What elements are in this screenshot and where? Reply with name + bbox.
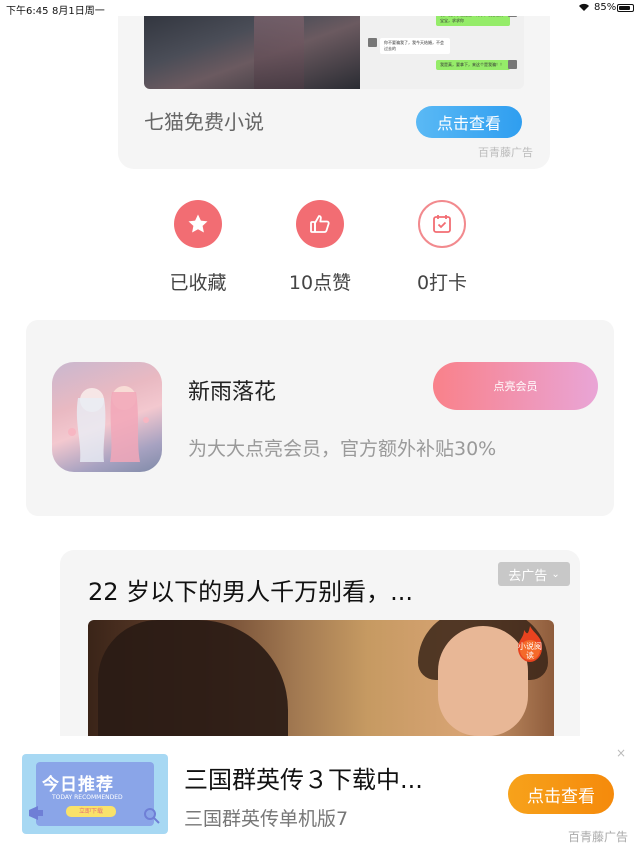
star-icon	[174, 200, 222, 248]
wifi-icon	[578, 2, 590, 15]
top-ad-view-button[interactable]: 点击查看	[416, 106, 522, 138]
chat-bubble: 你不要骗我了，我今天结婚，不会过去的	[380, 38, 450, 54]
membership-description: 为大大点亮会员，官方额外补贴30%	[188, 438, 497, 460]
activate-membership-button[interactable]: 点亮会员	[433, 362, 598, 410]
bottom-ad-subtitle: 三国群英传单机版7	[184, 808, 349, 830]
author-avatar[interactable]	[52, 362, 162, 472]
image-subtitle-text: TODAY RECOMMENDED	[52, 794, 123, 801]
magnifier-icon	[144, 808, 160, 824]
author-name: 新雨落花	[188, 380, 277, 405]
bottom-ad-source-label: 百青藤广告	[568, 830, 629, 844]
megaphone-icon	[29, 806, 43, 820]
status-date: 8月1日周一	[52, 6, 105, 17]
status-bar: 下午6:45 8月1日周一 85%	[0, 0, 640, 17]
thumbs-up-icon	[296, 200, 344, 248]
favorite-button[interactable]	[174, 200, 222, 248]
avatar	[368, 38, 377, 47]
top-ad-title[interactable]: 七猫免费小说	[144, 106, 264, 135]
remove-ad-button[interactable]: 去广告 ⌄	[498, 562, 570, 586]
feed-ad-title[interactable]: 22 岁以下的男人千万别看，...	[88, 572, 413, 607]
remove-ad-label: 去广告	[508, 568, 548, 584]
checkin-count-label: 0打卡	[416, 272, 468, 294]
checkin-button[interactable]	[418, 200, 466, 248]
badge-text: 小说阅读	[518, 642, 542, 660]
like-count-label: 10点赞	[288, 272, 352, 294]
ad-source-label: 百青藤广告	[478, 146, 533, 159]
bottom-ad-image[interactable]: 今日推荐 TODAY RECOMMENDED 立即下载	[22, 754, 168, 834]
favorite-label: 已收藏	[169, 272, 227, 294]
image-pill-text: 立即下载	[66, 806, 116, 817]
chat-bubble: 我是真，要拿下，来这个是我骗！！	[436, 60, 510, 70]
avatar	[508, 60, 517, 69]
chevron-down-icon: ⌄	[551, 568, 560, 580]
image-title-text: 今日推荐	[42, 775, 114, 795]
battery-icon	[617, 4, 634, 12]
like-button[interactable]	[296, 200, 344, 248]
status-time: 下午6:45	[6, 6, 49, 17]
bottom-ad-title[interactable]: 三国群英传３下载中...	[184, 760, 423, 795]
battery-percent: 85%	[594, 2, 617, 13]
calendar-check-icon	[418, 200, 466, 248]
close-icon[interactable]: ×	[616, 746, 626, 760]
novel-reading-badge: 小说阅读	[510, 624, 550, 664]
bottom-ad-view-button[interactable]: 点击查看	[508, 774, 614, 814]
